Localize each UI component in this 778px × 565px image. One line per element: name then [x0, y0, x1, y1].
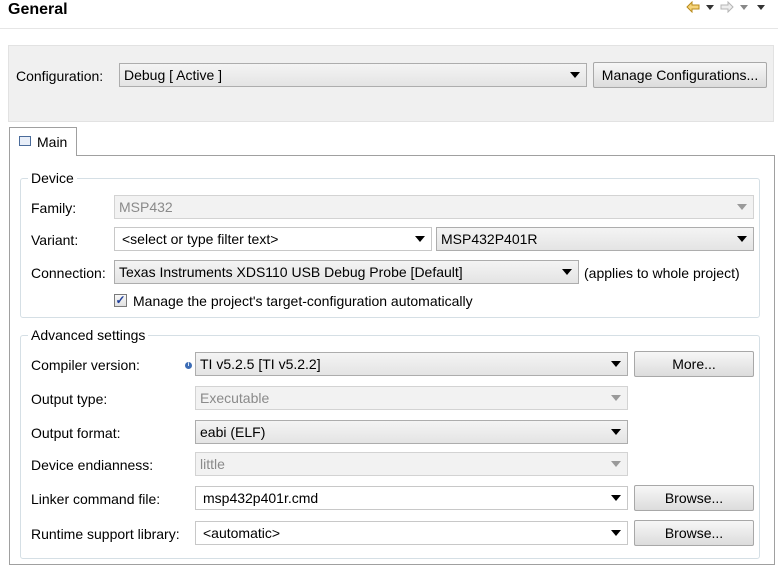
chevron-down-icon — [611, 395, 621, 401]
configuration-label: Configuration: — [16, 68, 104, 84]
chevron-down-icon — [757, 4, 765, 10]
chevron-down-icon — [570, 72, 580, 78]
chevron-down-icon — [611, 530, 621, 536]
linker-command-file-value: msp432p401r.cmd — [203, 490, 319, 506]
variant-select[interactable]: MSP432P401R — [436, 227, 754, 251]
runtime-browse-button[interactable]: Browse... — [634, 520, 754, 546]
runtime-support-library-label: Runtime support library: — [31, 526, 180, 542]
configuration-select[interactable]: Debug [ Active ] — [119, 63, 587, 87]
tab-main[interactable]: Main — [9, 127, 77, 156]
back-arrow-icon[interactable] — [686, 0, 700, 14]
linker-browse-button[interactable]: Browse... — [634, 485, 754, 511]
back-history-dropdown[interactable] — [703, 0, 717, 14]
linker-command-file-label: Linker command file: — [31, 491, 161, 507]
compiler-version-select[interactable]: TI v5.2.5 [TI v5.2.2] — [195, 352, 628, 376]
chevron-down-icon — [611, 429, 621, 435]
view-menu-dropdown[interactable] — [754, 0, 768, 14]
manage-target-label: Manage the project's target-configuratio… — [133, 293, 473, 309]
chevron-down-icon — [737, 236, 747, 242]
device-endianness-value: little — [200, 456, 225, 472]
compiler-version-value: TI v5.2.5 [TI v5.2.2] — [200, 356, 321, 372]
device-endianness-label: Device endianness: — [31, 457, 154, 473]
main-tab-panel: Device Family: MSP432 Variant: <select o… — [9, 155, 775, 565]
family-select: MSP432 — [114, 195, 754, 219]
output-type-value: Executable — [200, 390, 270, 406]
chevron-down-icon — [737, 204, 747, 210]
manage-target-checkbox[interactable]: ✓ — [114, 294, 127, 307]
runtime-support-library-input[interactable]: <automatic> — [195, 521, 628, 545]
device-group-title: Device — [28, 169, 77, 187]
variant-value: MSP432P401R — [441, 231, 538, 247]
manage-configurations-button[interactable]: Manage Configurations... — [593, 62, 767, 88]
header-separator — [0, 28, 778, 29]
variant-filter-input[interactable]: <select or type filter text> — [114, 227, 432, 251]
configuration-panel: Configuration: Debug [ Active ] Manage C… — [8, 45, 774, 122]
compiler-version-label: Compiler version: — [31, 357, 140, 373]
more-button[interactable]: More... — [634, 351, 754, 377]
chevron-down-icon — [740, 4, 748, 10]
chevron-down-icon — [611, 461, 621, 467]
tab-main-label: Main — [37, 134, 68, 150]
variant-filter-value: <select or type filter text> — [122, 231, 279, 247]
connection-label: Connection: — [31, 265, 106, 281]
runtime-support-library-value: <automatic> — [203, 525, 281, 541]
chevron-down-icon — [611, 495, 621, 501]
main-tab-icon — [19, 136, 31, 146]
output-format-label: Output format: — [31, 425, 121, 441]
family-label: Family: — [31, 200, 77, 216]
connection-value: Texas Instruments XDS110 USB Debug Probe… — [119, 264, 463, 280]
connection-note: (applies to whole project) — [584, 265, 740, 281]
linker-command-file-input[interactable]: msp432p401r.cmd — [195, 486, 628, 510]
output-format-value: eabi (ELF) — [200, 424, 266, 440]
chevron-down-icon — [611, 361, 621, 367]
output-type-label: Output type: — [31, 391, 108, 407]
output-format-select[interactable]: eabi (ELF) — [195, 420, 628, 444]
chevron-down-icon — [415, 236, 425, 242]
connection-select[interactable]: Texas Instruments XDS110 USB Debug Probe… — [114, 260, 579, 284]
chevron-down-icon — [562, 269, 572, 275]
forward-arrow-icon[interactable] — [720, 0, 734, 14]
checkmark-icon: ✓ — [115, 293, 126, 307]
configuration-value: Debug [ Active ] — [124, 67, 223, 83]
chevron-down-icon — [706, 4, 714, 10]
navigation-toolbar — [686, 0, 768, 14]
variant-label: Variant: — [31, 232, 79, 248]
family-value: MSP432 — [119, 199, 173, 215]
forward-history-dropdown[interactable] — [737, 0, 751, 14]
page-title: General — [8, 1, 68, 18]
advanced-group-title: Advanced settings — [28, 326, 149, 344]
device-endianness-select: little — [195, 452, 628, 476]
output-type-select: Executable — [195, 386, 628, 410]
info-icon: i — [185, 362, 192, 369]
